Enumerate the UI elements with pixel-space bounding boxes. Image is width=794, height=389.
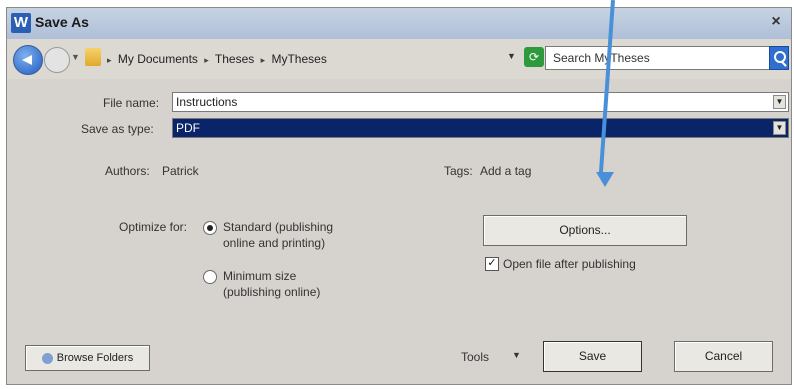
title-bar: W Save As × <box>7 8 791 40</box>
forward-button[interactable] <box>44 47 70 73</box>
collapse-icon <box>41 352 53 364</box>
breadcrumb-item[interactable]: MyTheses <box>271 52 326 66</box>
file-name-dropdown-icon[interactable]: ▼ <box>773 95 786 109</box>
minimum-option-line2[interactable]: (publishing online) <box>223 285 320 299</box>
file-name-label: File name: <box>103 96 160 110</box>
standard-radio[interactable] <box>203 221 217 235</box>
close-icon[interactable]: × <box>767 13 785 31</box>
annotation-arrow-head-icon <box>596 172 614 187</box>
save-button[interactable]: Save <box>543 341 642 372</box>
tags-value[interactable]: Add a tag <box>480 164 531 178</box>
standard-option-line2[interactable]: online and printing) <box>223 236 325 250</box>
tags-label: Tags: <box>444 164 473 178</box>
back-button[interactable] <box>13 45 43 75</box>
search-icon[interactable] <box>769 46 789 70</box>
browse-folders-label: Browse Folders <box>56 352 134 364</box>
folder-icon <box>85 48 101 66</box>
save-type-dropdown-icon[interactable]: ▼ <box>773 121 786 135</box>
save-type-value: PDF <box>176 121 200 135</box>
refresh-icon[interactable]: ⟳ <box>524 47 544 67</box>
breadcrumb[interactable]: ▸ My Documents ▸ Theses ▸ MyTheses <box>107 48 502 70</box>
optimize-label: Optimize for: <box>119 220 188 234</box>
minimum-size-radio[interactable] <box>203 270 217 284</box>
recent-pages-dropdown-icon[interactable]: ▼ <box>71 52 80 62</box>
save-type-label: Save as type: <box>81 122 154 136</box>
open-after-checkbox[interactable]: ✓ <box>485 257 499 271</box>
address-dropdown-icon[interactable]: ▼ <box>507 51 516 61</box>
open-after-label[interactable]: Open file after publishing <box>503 257 636 271</box>
breadcrumb-item[interactable]: Theses <box>215 52 254 66</box>
dialog-title: Save As <box>35 14 89 30</box>
file-name-value: Instructions <box>176 95 238 109</box>
save-type-select[interactable]: PDF ▼ <box>172 118 789 138</box>
save-as-dialog: W Save As × ▼ ▸ My Documents ▸ Theses ▸ … <box>6 7 792 385</box>
search-input[interactable]: Search MyTheses <box>545 46 775 70</box>
cancel-button[interactable]: Cancel <box>674 341 773 372</box>
browse-folders-button[interactable]: Browse Folders <box>25 345 150 371</box>
standard-option-line1[interactable]: Standard (publishing <box>223 220 333 234</box>
word-app-icon: W <box>11 13 31 33</box>
authors-value[interactable]: Patrick <box>162 164 199 178</box>
options-button[interactable]: Options... <box>483 215 687 246</box>
minimum-option-line1[interactable]: Minimum size <box>223 269 296 283</box>
navigation-bar: ▼ ▸ My Documents ▸ Theses ▸ MyTheses ▼ ⟳… <box>7 39 791 79</box>
file-name-field[interactable]: Instructions ▼ <box>172 92 789 112</box>
tools-menu[interactable]: Tools <box>461 350 489 364</box>
authors-label: Authors: <box>105 164 150 178</box>
tools-dropdown-icon[interactable]: ▼ <box>512 350 521 360</box>
breadcrumb-item[interactable]: My Documents <box>118 52 198 66</box>
